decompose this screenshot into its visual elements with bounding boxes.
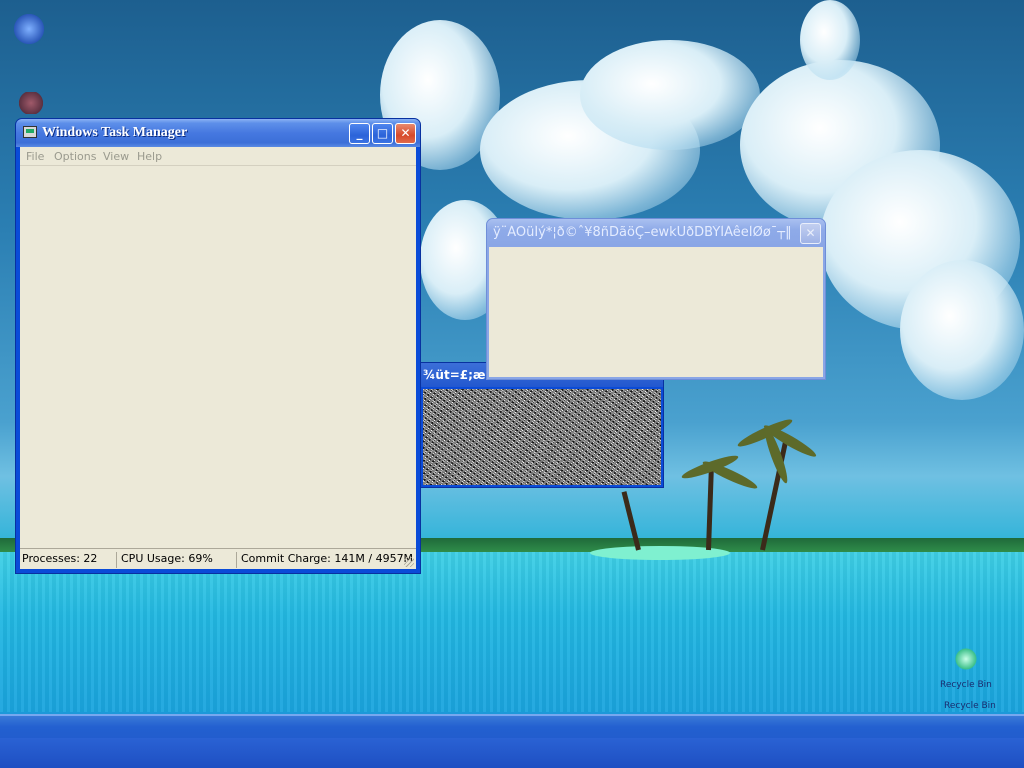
task-manager-window[interactable]: Windows Task Manager _ □ ✕ File Options … [15,118,421,574]
resize-grip[interactable] [404,557,414,567]
status-bar: Processes: 22 CPU Usage: 69% Commit Char… [20,548,416,569]
recycle-bin-icon[interactable] [955,648,977,670]
minimize-button[interactable]: _ [349,123,370,144]
menu-help[interactable]: Help [137,150,162,163]
dialog-body [489,247,823,377]
status-processes: Processes: 22 [22,552,98,565]
task-manager-client: File Options View Help Processes: 22 CPU… [20,147,416,569]
close-icon: ✕ [400,126,411,140]
maximize-button[interactable]: □ [372,123,393,144]
cloud [800,0,860,80]
close-icon: ✕ [805,226,816,240]
recycle-bin-label: Recycle Bin [944,701,996,711]
cloud [900,260,1024,400]
maximize-icon: □ [376,126,389,140]
noise-window-body [423,389,661,485]
task-manager-app-icon [23,126,37,138]
menu-options[interactable]: Options [54,150,96,163]
cloud [580,40,760,150]
desktop: Recycle Bin Recycle Bin ¾üt=£;æ« ÿ¨ÁÖüÍý… [0,0,1024,768]
desktop-icon[interactable] [18,92,44,114]
close-button[interactable]: ✕ [395,123,416,144]
taskbar-band [0,738,1024,768]
task-manager-title: Windows Task Manager [42,125,188,140]
status-commit-charge: Commit Charge: 141M / 4957M [236,552,413,568]
minimize-icon: _ [356,126,363,140]
dialog-titlebar[interactable]: ÿ¨ÁÖüÍý*¦ð©ˆ¥8ñDãöÇ–ewkÚðDBÝÌÁêeÌØø¯┬‖..… [487,219,825,247]
menu-bar: File Options View Help [20,147,416,166]
dialog-close-button[interactable]: ✕ [800,223,821,244]
desktop-icon[interactable] [14,14,44,44]
recycle-bin-label: Recycle Bin [940,680,992,690]
status-cpu-usage: CPU Usage: 69% [116,552,236,568]
task-manager-content-area [20,167,416,547]
sea [0,552,1024,712]
garbled-dialog[interactable]: ÿ¨ÁÖüÍý*¦ð©ˆ¥8ñDãöÇ–ewkÚðDBÝÌÁêeÌØø¯┬‖..… [486,218,826,380]
menu-file[interactable]: File [26,150,44,163]
task-manager-titlebar[interactable]: Windows Task Manager _ □ ✕ [16,119,420,147]
dialog-title: ÿ¨ÁÖüÍý*¦ð©ˆ¥8ñDãöÇ–ewkÚðDBÝÌÁêeÌØø¯┬‖..… [493,225,791,240]
noise-window[interactable]: ¾üt=£;æ« [420,362,664,488]
menu-view[interactable]: View [103,150,129,163]
